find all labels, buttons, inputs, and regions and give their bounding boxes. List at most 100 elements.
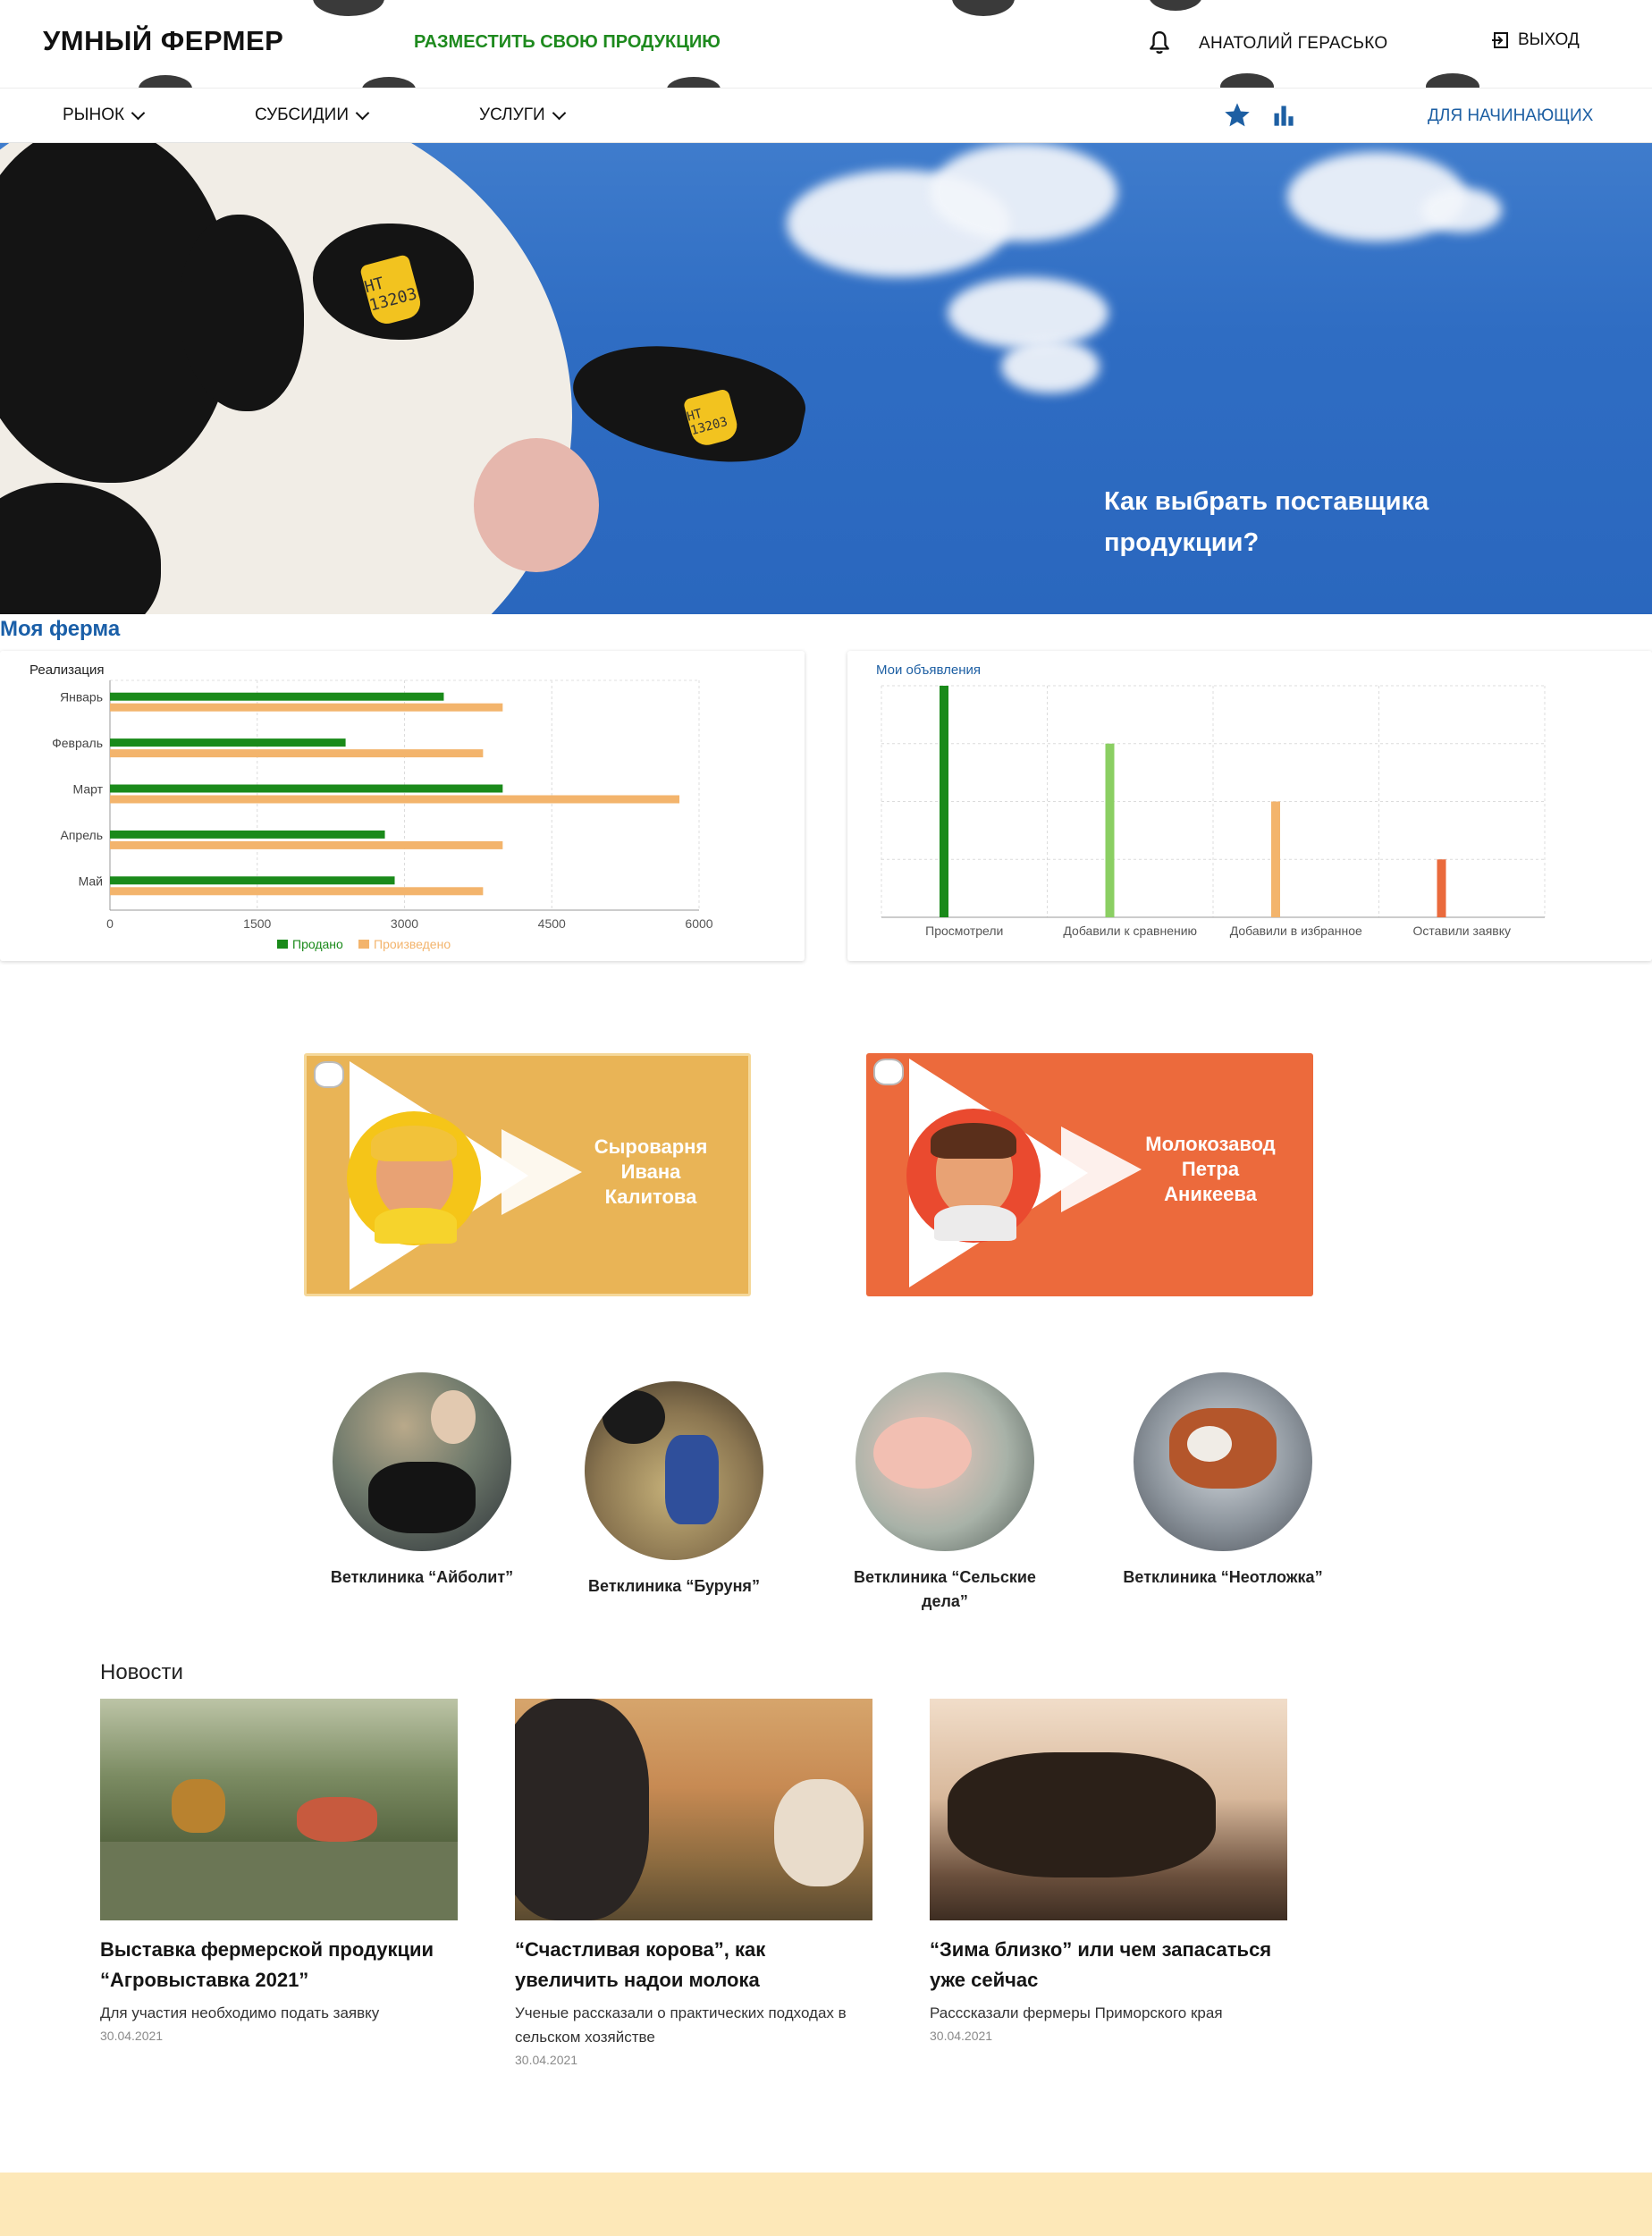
decorative-cow-spot	[139, 75, 192, 88]
bar	[110, 840, 503, 849]
nav-item-label: УСЛУГИ	[479, 105, 545, 124]
decorative-cow-spot	[667, 77, 721, 88]
nav-item-market[interactable]: РЫНОК	[63, 105, 146, 125]
bar	[110, 830, 385, 839]
clinic-name: Ветклиника “Неотложка”	[1123, 1568, 1323, 1586]
legend-swatch	[277, 940, 288, 949]
clinic-aibolit[interactable]: Ветклиника “Айболит”	[315, 1372, 529, 1590]
cloud	[1001, 340, 1100, 393]
decorative-cow-spot	[313, 0, 384, 16]
chevron-down-icon	[355, 105, 370, 120]
clinic-name: Ветклиника “Буруня”	[588, 1577, 760, 1595]
y-tick-label: Март	[73, 782, 104, 797]
news-card[interactable]: “Счастливая корова”, как увеличить надои…	[515, 1699, 872, 2067]
sales-chart-card: Реализация 0 1500 3000 4500 6000 Январь Февраль…	[0, 651, 805, 961]
y-tick-label: Май	[79, 873, 103, 888]
bar	[110, 887, 484, 896]
news-subtitle: Для участия необходимо подать заявку	[100, 2004, 380, 2021]
star-icon[interactable]	[1223, 101, 1252, 130]
bar	[110, 795, 680, 804]
x-tick-label: Просмотрели	[925, 924, 1003, 938]
logout-label: ВЫХОД	[1518, 30, 1580, 49]
clinic-photo	[856, 1372, 1034, 1551]
post-product-link[interactable]: РАЗМЕСТИТЬ СВОЮ ПРОДУКЦИЮ	[414, 32, 721, 53]
news-subtitle: Ученые рассказали о практических подхода…	[515, 2004, 847, 2046]
avatar-hair	[931, 1123, 1016, 1159]
news-date: 30.04.2021	[515, 2053, 578, 2067]
nav-item-subsidies[interactable]: СУБСИДИИ	[255, 105, 370, 125]
section-title-news: Новости	[100, 1660, 183, 1684]
chart-title: Реализация	[30, 662, 104, 678]
x-tick-label: 4500	[538, 916, 566, 931]
bar	[110, 784, 503, 793]
y-tick-label: Февраль	[52, 736, 103, 750]
decorative-cow-spot	[362, 77, 416, 88]
footer	[0, 2173, 1652, 2236]
legend-label: Продано	[292, 937, 343, 951]
cloud	[930, 143, 1117, 241]
bar	[1437, 859, 1446, 917]
video-banner-dairy[interactable]: Молокозавод Петра Аникеева	[866, 1053, 1313, 1296]
news-headline: “Зима близко” или чем запасаться уже сей…	[930, 1938, 1272, 1991]
clinic-selskie-dela[interactable]: Ветклиника “Сельские дела”	[838, 1372, 1052, 1614]
bar	[1105, 743, 1115, 917]
ads-chart: Мои объявления Просмотрели Добавили к срав…	[876, 662, 1546, 938]
x-tick-label: 3000	[391, 916, 418, 931]
x-tick-label: 1500	[243, 916, 271, 931]
news-card[interactable]: “Зима близко” или чем запасаться уже сей…	[930, 1699, 1287, 2043]
x-tick-label: 0	[106, 916, 114, 931]
play-arrow-icon	[1061, 1126, 1142, 1212]
main-navigation: РЫНОК СУБСИДИИ УСЛУГИ ДЛЯ НАЧИНАЮЩИХ	[0, 88, 1652, 143]
video-banner-cheese[interactable]: Сыроварня Ивана Калитова	[304, 1053, 751, 1296]
video-title: Молокозавод Петра Аникеева	[1145, 1133, 1276, 1205]
y-tick-label: Январь	[60, 690, 103, 705]
bar	[110, 703, 503, 712]
chevron-down-icon	[131, 105, 146, 120]
clinic-name: Ветклиника “Айболит”	[330, 1568, 514, 1586]
clinic-neotlozhka[interactable]: Ветклиника “Неотложка”	[1116, 1372, 1330, 1590]
bar	[1271, 801, 1280, 917]
decorative-cow-spot	[952, 0, 1015, 16]
bar	[110, 749, 484, 758]
nav-item-services[interactable]: УСЛУГИ	[479, 105, 566, 125]
bar	[940, 686, 948, 917]
x-tick-label: Оставили заявку	[1412, 924, 1511, 938]
hero-title[interactable]: Как выбрать поставщика продукции?	[1104, 481, 1479, 563]
video-title: Сыроварня Ивана Калитова	[594, 1135, 708, 1208]
clinic-photo	[1134, 1372, 1312, 1551]
user-name[interactable]: АНАТОЛИЙ ГЕРАСЬКО	[1199, 34, 1388, 54]
y-tick-label: Апрель	[61, 828, 104, 842]
chevron-down-icon	[552, 105, 566, 120]
news-photo	[100, 1699, 458, 1920]
ads-chart-card: Мои объявления Просмотрели Добавили к срав…	[847, 651, 1652, 961]
avatar-shirt	[375, 1208, 457, 1244]
clinic-burunya[interactable]: Ветклиника “Буруня”	[567, 1372, 781, 1599]
logout-button[interactable]: ВЫХОД	[1491, 30, 1580, 50]
news-headline: Выставка фермерской продукции “Агровыста…	[100, 1938, 434, 1991]
hero-banner[interactable]: HT 13203 HT 13203 Как выбрать поставщика…	[0, 143, 1652, 614]
clinic-photo	[333, 1372, 511, 1551]
avatar-hair	[371, 1126, 457, 1161]
bar	[110, 692, 444, 701]
section-title-my-farm: Моя ферма	[0, 617, 121, 641]
top-bar: УМНЫЙ ФЕРМЕР РАЗМЕСТИТЬ СВОЮ ПРОДУКЦИЮ А…	[0, 0, 1652, 88]
logout-icon	[1492, 32, 1508, 48]
cloud	[948, 277, 1108, 349]
legend-label: Произведено	[374, 937, 451, 951]
decorative-cow-spot	[1426, 73, 1479, 88]
x-tick-label: Добавили в избранное	[1230, 924, 1362, 938]
brand-logo[interactable]: УМНЫЙ ФЕРМЕР	[43, 25, 283, 57]
bar-chart-icon[interactable]	[1271, 103, 1296, 128]
beginners-link[interactable]: ДЛЯ НАЧИНАЮЩИХ	[1428, 106, 1593, 126]
news-photo	[930, 1699, 1287, 1920]
avatar-shirt	[934, 1205, 1016, 1241]
decorative-cow-spot	[1149, 0, 1202, 11]
news-card[interactable]: Выставка фермерской продукции “Агровыста…	[100, 1699, 458, 2043]
play-arrow-icon	[502, 1129, 582, 1215]
bell-icon[interactable]	[1148, 30, 1171, 55]
legend-swatch	[358, 940, 369, 949]
news-date: 30.04.2021	[930, 2029, 993, 2043]
news-subtitle: Расссказали фермеры Приморского края	[930, 2004, 1223, 2021]
news-date: 30.04.2021	[100, 2029, 164, 2043]
clinic-photo	[585, 1381, 763, 1560]
